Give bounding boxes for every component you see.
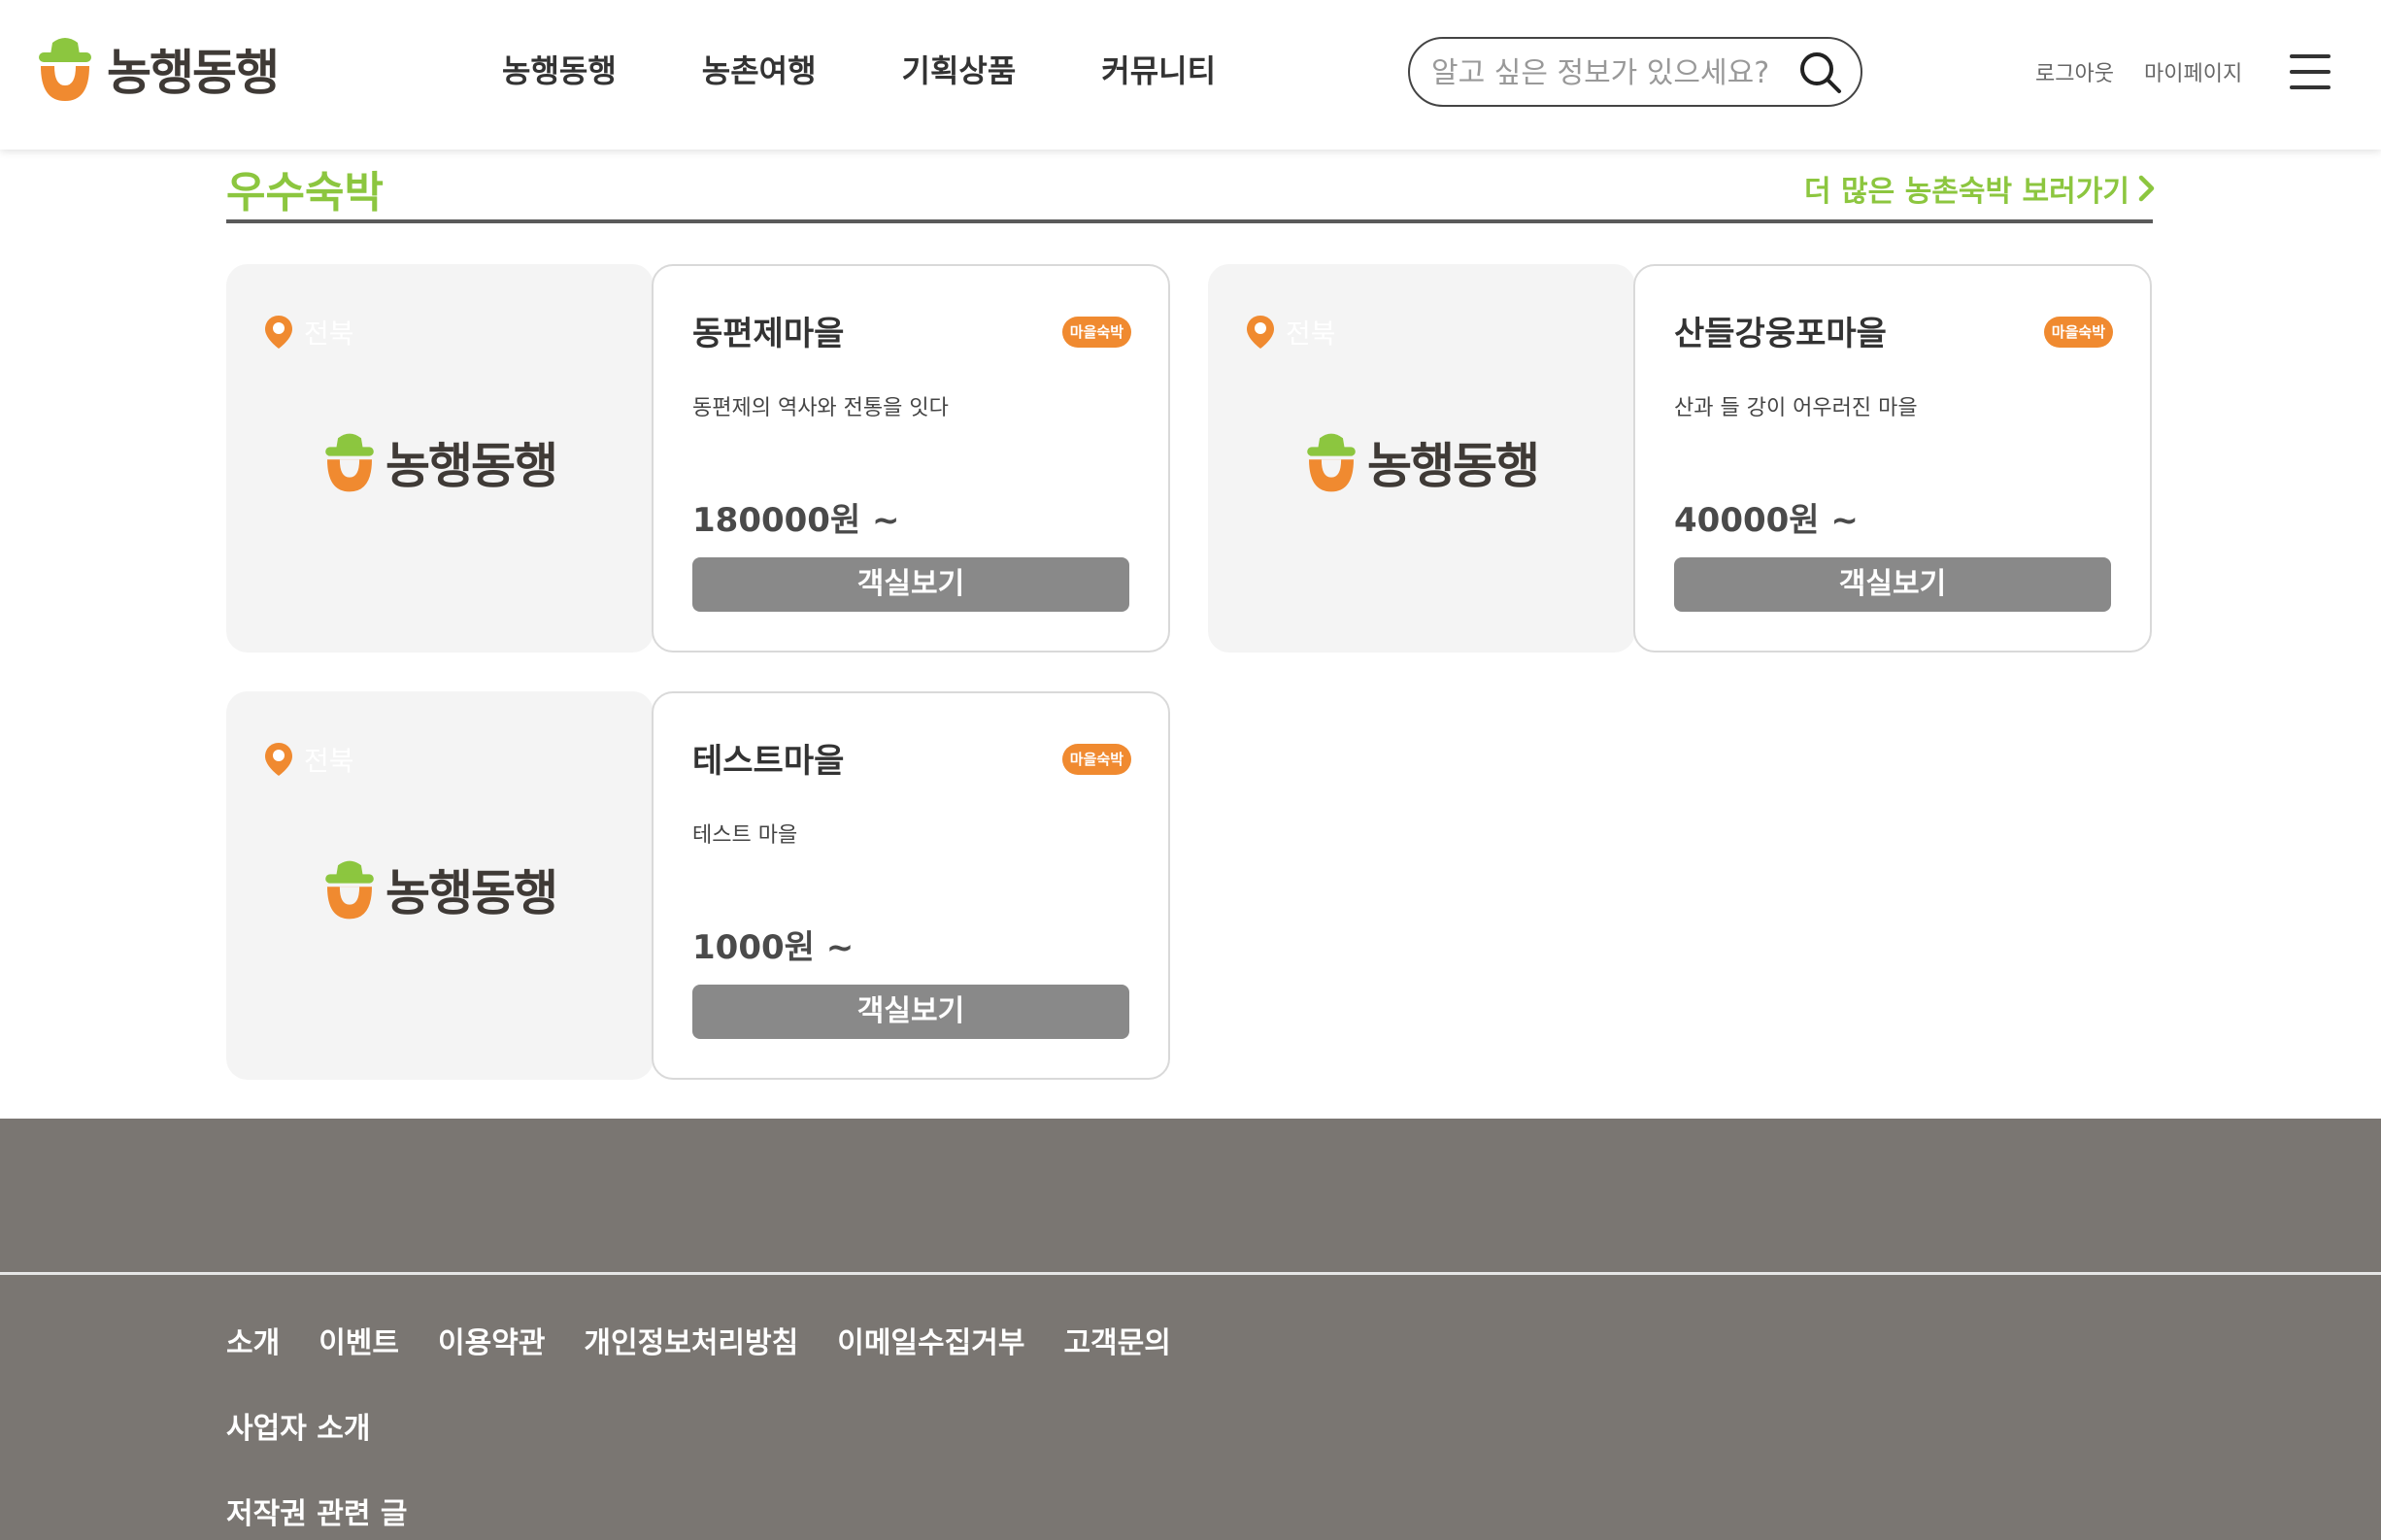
footer-link-privacy[interactable]: 개인정보처리방침 xyxy=(584,1319,798,1361)
stay-description: 테스트 마을 xyxy=(692,823,798,848)
footer-link-business[interactable]: 사업자 소개 xyxy=(226,1404,370,1447)
footer-links: 소개 이벤트 이용약관 개인정보처리방침 이메일수집거부 고객문의 xyxy=(226,1319,1210,1361)
site-footer: 소개 이벤트 이용약관 개인정보처리방침 이메일수집거부 고객문의 사업자 소개… xyxy=(0,1119,2381,1540)
search-input[interactable] xyxy=(1431,50,1781,95)
footer-link-terms[interactable]: 이용약관 xyxy=(438,1319,545,1361)
view-rooms-button[interactable]: 객실보기 xyxy=(692,557,1129,612)
stay-card-image[interactable]: 전북 농행동행 xyxy=(226,264,654,653)
nav-item-nonghaeng[interactable]: 농행동행 xyxy=(502,47,617,91)
stay-description: 동편제의 역사와 전통을 잇다 xyxy=(692,396,949,420)
placeholder-logo-text: 농행동행 xyxy=(386,865,558,921)
logo-farmer-icon xyxy=(39,38,91,101)
nav-item-rural-travel[interactable]: 농촌여행 xyxy=(702,47,817,91)
search-box xyxy=(1408,37,1862,107)
stay-card-image[interactable]: 전북 농행동행 xyxy=(1208,264,1635,653)
location-pin-icon xyxy=(265,316,292,349)
main-nav: 농행동행 농촌여행 기획상품 커뮤니티 xyxy=(502,47,1301,91)
more-stays-link[interactable]: 더 많은 농촌숙박 보러가기 xyxy=(1804,167,2157,210)
region-tag: 전북 xyxy=(263,740,354,779)
stay-type-badge: 마을숙박 xyxy=(1061,744,1131,775)
nav-item-community[interactable]: 커뮤니티 xyxy=(1101,47,1216,91)
placeholder-logo: 농행동행 xyxy=(323,427,558,497)
chevron-right-icon xyxy=(2138,175,2155,202)
stay-card-info: 동편제마을 마을숙박 동편제의 역사와 전통을 잇다 180000원 ~ 객실보… xyxy=(652,264,1170,653)
footer-link-email-refusal[interactable]: 이메일수집거부 xyxy=(837,1319,1024,1361)
location-pin-icon xyxy=(265,743,292,776)
hamburger-menu-icon[interactable] xyxy=(2290,52,2331,91)
stay-type-badge: 마을숙박 xyxy=(2043,317,2113,348)
view-rooms-button[interactable]: 객실보기 xyxy=(1674,557,2111,612)
stay-type-badge: 마을숙박 xyxy=(1061,317,1131,348)
stay-price: 180000원 ~ xyxy=(692,501,900,540)
region-label: 전북 xyxy=(1286,318,1336,350)
footer-link-events[interactable]: 이벤트 xyxy=(319,1319,399,1361)
region-tag: 전북 xyxy=(263,313,354,352)
stay-description: 산과 들 강이 어우러진 마을 xyxy=(1674,396,1918,420)
placeholder-logo-text: 농행동행 xyxy=(1367,438,1540,494)
stay-name[interactable]: 동편제마을 xyxy=(692,307,844,354)
stay-card-info: 테스트마을 마을숙박 테스트 마을 1000원 ~ 객실보기 xyxy=(652,691,1170,1080)
region-tag: 전북 xyxy=(1245,313,1336,352)
logo-text: 농행동행 xyxy=(107,45,280,101)
region-label: 전북 xyxy=(304,318,354,350)
location-pin-icon xyxy=(1247,316,1274,349)
logout-link[interactable]: 로그아웃 xyxy=(2035,56,2114,87)
footer-link-about[interactable]: 소개 xyxy=(226,1319,280,1361)
logo-farmer-icon xyxy=(325,433,374,492)
more-stays-label: 더 많은 농촌숙박 보러가기 xyxy=(1804,175,2129,209)
placeholder-logo: 농행동행 xyxy=(323,854,558,924)
footer-link-copyright[interactable]: 저작권 관련 글 xyxy=(226,1490,408,1532)
section-divider xyxy=(226,219,2153,223)
stay-price: 40000원 ~ xyxy=(1674,501,1859,540)
region-label: 전북 xyxy=(304,745,354,777)
stay-price: 1000원 ~ xyxy=(692,928,855,967)
site-logo[interactable]: 농행동행 xyxy=(37,33,280,105)
logo-farmer-icon xyxy=(325,860,374,920)
stay-name[interactable]: 산들강웅포마을 xyxy=(1674,307,1887,354)
logo-farmer-icon xyxy=(1307,433,1356,492)
footer-link-contact[interactable]: 고객문의 xyxy=(1063,1319,1170,1361)
nav-item-special-products[interactable]: 기획상품 xyxy=(902,47,1017,91)
view-rooms-button[interactable]: 객실보기 xyxy=(692,985,1129,1039)
mypage-link[interactable]: 마이페이지 xyxy=(2144,56,2242,87)
site-header: 농행동행 농행동행 농촌여행 기획상품 커뮤니티 로그아웃 마이페이지 xyxy=(0,0,2381,150)
footer-divider xyxy=(0,1272,2381,1275)
stay-card-info: 산들강웅포마을 마을숙박 산과 들 강이 어우러진 마을 40000원 ~ 객실… xyxy=(1633,264,2152,653)
section-title: 우수숙박 xyxy=(226,168,384,218)
search-icon[interactable] xyxy=(1798,50,1843,95)
stay-card-image[interactable]: 전북 농행동행 xyxy=(226,691,654,1080)
placeholder-logo: 농행동행 xyxy=(1305,427,1540,497)
stay-name[interactable]: 테스트마을 xyxy=(692,734,844,782)
placeholder-logo-text: 농행동행 xyxy=(386,438,558,494)
